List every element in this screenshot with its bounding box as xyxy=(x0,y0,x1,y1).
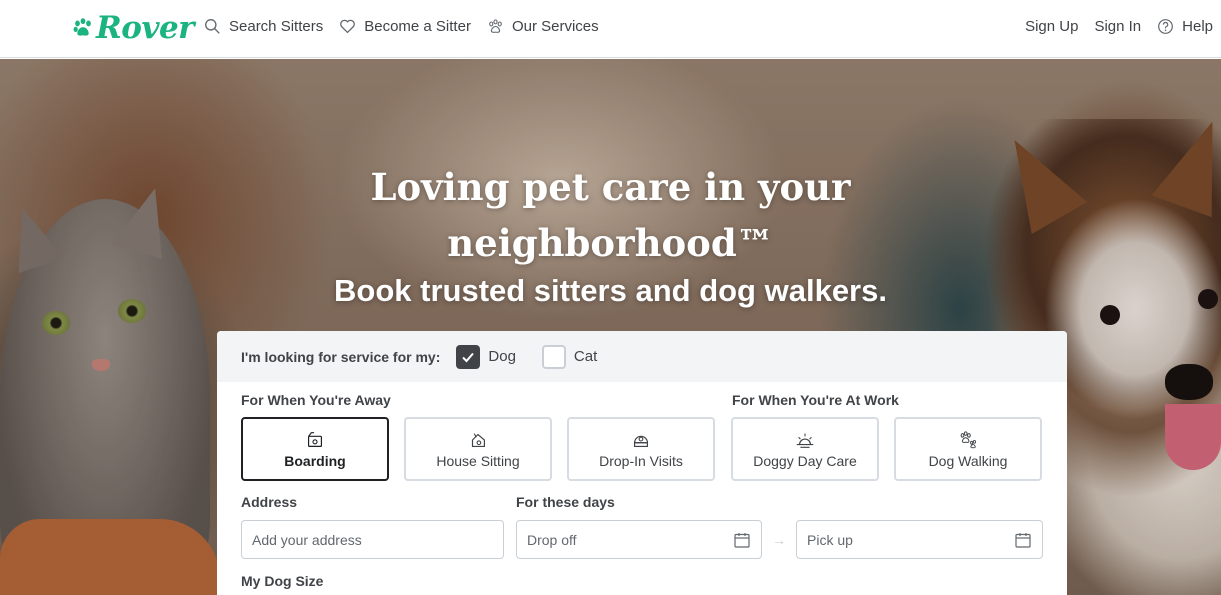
hero-cat-eye-left xyxy=(42,311,70,335)
top-nav-bar: Rover Search Sitters Become a Sitter Our… xyxy=(0,0,1221,58)
search-form-card: I'm looking for service for my: Dog Cat … xyxy=(217,331,1067,595)
service-dog-walking-button[interactable]: Dog Walking xyxy=(894,417,1042,481)
date-range-arrow-icon: → xyxy=(772,532,786,548)
dog-option-label: Dog xyxy=(488,348,516,365)
house-sitting-icon xyxy=(471,433,486,448)
address-input[interactable] xyxy=(252,531,493,548)
pet-type-question: I'm looking for service for my: xyxy=(241,348,441,365)
boarding-icon xyxy=(307,432,323,448)
work-services-label: For When You're At Work xyxy=(732,392,899,408)
heart-icon xyxy=(340,19,356,34)
service-boarding-label: Boarding xyxy=(284,453,346,469)
pick-up-field[interactable] xyxy=(796,520,1043,559)
service-day-care-label: Doggy Day Care xyxy=(753,453,857,469)
nav-search-sitters[interactable]: Search Sitters xyxy=(204,18,323,35)
calendar-icon[interactable] xyxy=(1014,531,1032,549)
dog-size-label: My Dog Size xyxy=(241,573,324,589)
calendar-icon[interactable] xyxy=(733,531,751,549)
sign-up-link[interactable]: Sign Up xyxy=(1025,18,1078,35)
address-field[interactable] xyxy=(241,520,504,559)
address-label: Address xyxy=(241,494,298,510)
service-drop-in-button[interactable]: Drop-In Visits xyxy=(567,417,715,481)
hero-subheadline: Book trusted sitters and dog walkers. xyxy=(334,273,887,308)
drop-in-icon xyxy=(633,435,649,448)
away-services-label: For When You're Away xyxy=(241,392,391,408)
service-drop-in-label: Drop-In Visits xyxy=(599,453,683,469)
nav-our-services-label: Our Services xyxy=(511,18,599,35)
day-care-icon xyxy=(796,433,814,448)
service-house-sitting-button[interactable]: House Sitting xyxy=(404,417,552,481)
nav-become-sitter[interactable]: Become a Sitter xyxy=(339,18,471,35)
brand-name: Rover xyxy=(96,10,195,46)
dog-checkbox[interactable] xyxy=(456,344,481,369)
service-house-sitting-label: House Sitting xyxy=(436,453,520,469)
drop-off-input[interactable] xyxy=(527,531,733,548)
help-link[interactable]: Help xyxy=(1157,18,1213,35)
cat-checkbox-option[interactable]: Cat xyxy=(541,344,598,369)
hero-cat-nose xyxy=(92,359,110,371)
help-icon xyxy=(1158,19,1174,34)
dates-label: For these days xyxy=(516,494,615,510)
hero-cushion xyxy=(0,519,220,595)
nav-search-sitters-label: Search Sitters xyxy=(229,18,324,35)
cat-option-label: Cat xyxy=(573,348,598,365)
hero-dog-tongue xyxy=(1165,404,1221,470)
service-day-care-button[interactable]: Doggy Day Care xyxy=(731,417,879,481)
service-dog-walking-label: Dog Walking xyxy=(928,453,1008,469)
pick-up-input[interactable] xyxy=(807,531,1014,548)
hero-headline: Loving pet care in your neighborhood™ xyxy=(370,165,851,265)
sign-in-link[interactable]: Sign In xyxy=(1094,18,1141,35)
dog-walking-icon xyxy=(960,431,976,449)
cat-checkbox[interactable] xyxy=(541,344,566,369)
search-icon xyxy=(205,19,220,34)
drop-off-field[interactable] xyxy=(516,520,762,559)
sign-in-label: Sign In xyxy=(1094,18,1142,35)
paw-logo-icon xyxy=(73,18,91,36)
nav-become-sitter-label: Become a Sitter xyxy=(364,18,471,35)
help-label: Help xyxy=(1182,18,1213,35)
checkmark-icon xyxy=(462,352,475,362)
dog-checkbox-option[interactable]: Dog xyxy=(456,344,516,369)
pet-type-selector: I'm looking for service for my: Dog Cat xyxy=(217,331,1067,382)
paw-icon xyxy=(489,19,502,33)
nav-our-services[interactable]: Our Services xyxy=(487,18,599,35)
sign-up-label: Sign Up xyxy=(1025,18,1079,35)
rover-logo[interactable]: Rover xyxy=(72,10,195,46)
hero-dog-nose xyxy=(1165,364,1213,400)
service-boarding-button[interactable]: Boarding xyxy=(241,417,389,481)
